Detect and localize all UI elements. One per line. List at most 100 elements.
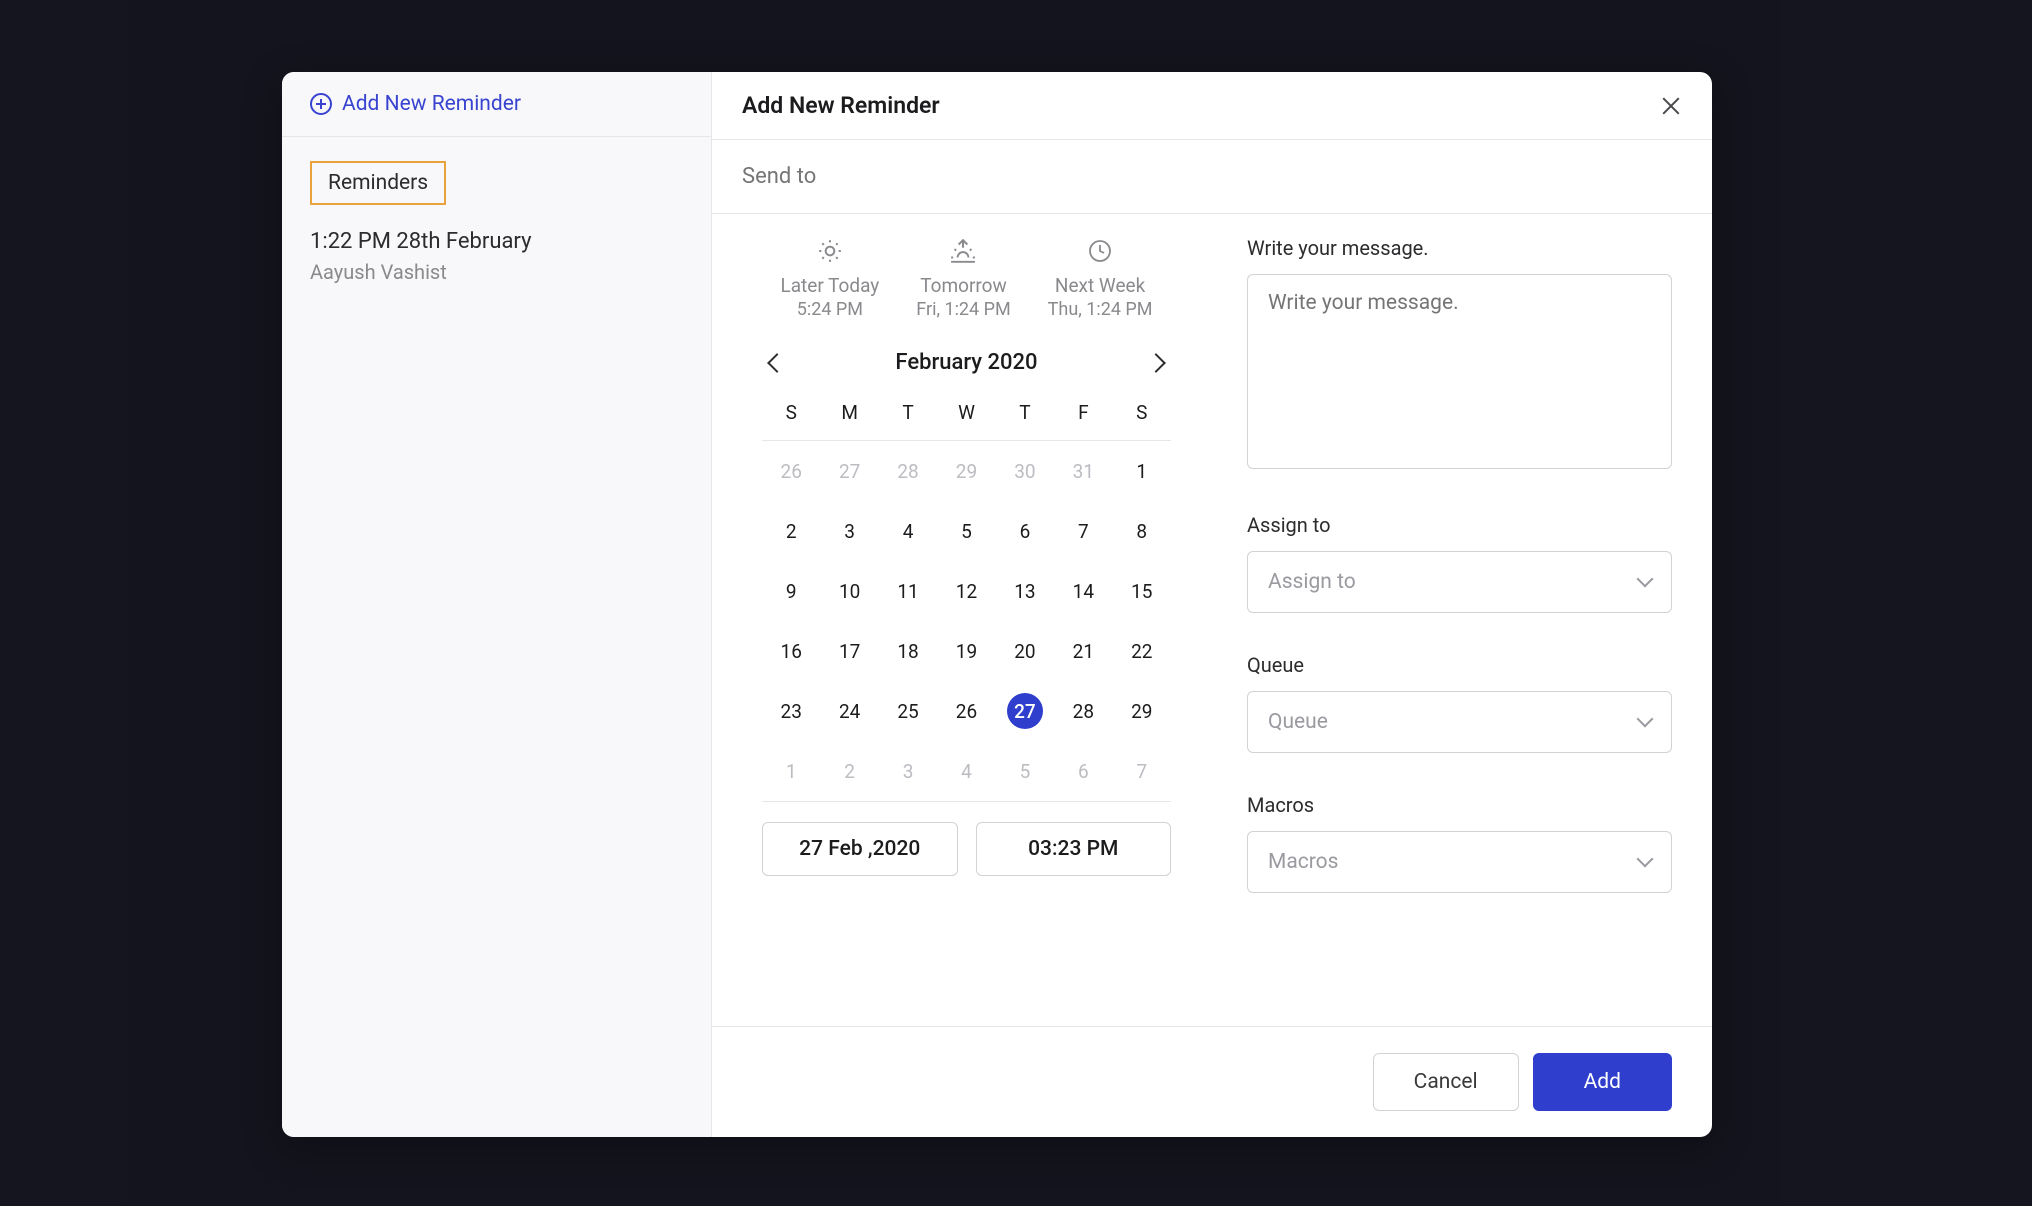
chevron-down-icon	[1637, 851, 1654, 868]
calendar-dow: W	[937, 389, 995, 441]
assign-label: Assign to	[1247, 513, 1672, 537]
macros-placeholder: Macros	[1268, 850, 1338, 874]
reminders-tab[interactable]: Reminders	[310, 161, 446, 205]
reminder-list-item[interactable]: 1:22 PM 28th February Aayush Vashist	[282, 205, 711, 308]
calendar-day[interactable]: 6	[996, 501, 1054, 561]
calendar-day[interactable]: 8	[1113, 501, 1171, 561]
calendar-day[interactable]: 31	[1054, 441, 1112, 501]
calendar-day[interactable]: 2	[762, 501, 820, 561]
calendar-day[interactable]: 1	[762, 741, 820, 801]
message-textarea[interactable]	[1247, 274, 1672, 469]
add-new-reminder-link[interactable]: Add New Reminder	[282, 72, 711, 137]
close-icon[interactable]	[1660, 95, 1682, 117]
main-header: Add New Reminder	[712, 72, 1712, 140]
calendar-day[interactable]: 12	[937, 561, 995, 621]
quick-pick-label: Tomorrow	[916, 274, 1010, 297]
calendar-dow: F	[1054, 389, 1112, 441]
send-to-section	[712, 140, 1712, 214]
calendar-day[interactable]: 13	[996, 561, 1054, 621]
calendar-day[interactable]: 10	[820, 561, 878, 621]
quick-pick-next-week[interactable]: Next Week Thu, 1:24 PM	[1048, 236, 1153, 320]
calendar-day[interactable]: 27	[820, 441, 878, 501]
calendar-day[interactable]: 28	[879, 441, 937, 501]
calendar-day[interactable]: 16	[762, 621, 820, 681]
reminder-user: Aayush Vashist	[310, 260, 683, 284]
plus-circle-icon	[310, 93, 332, 115]
macros-select[interactable]: Macros	[1247, 831, 1672, 893]
calendar-day[interactable]: 26	[937, 681, 995, 741]
calendar-day[interactable]: 23	[762, 681, 820, 741]
quick-pick-label: Later Today	[780, 274, 879, 297]
add-new-reminder-label: Add New Reminder	[342, 92, 521, 116]
calendar-day[interactable]: 7	[1054, 501, 1112, 561]
calendar-month-label: February 2020	[895, 350, 1037, 375]
add-button[interactable]: Add	[1533, 1053, 1672, 1111]
quick-pick-time: Thu, 1:24 PM	[1048, 299, 1153, 320]
macros-label: Macros	[1247, 793, 1672, 817]
calendar-day[interactable]: 11	[879, 561, 937, 621]
calendar-header: February 2020	[762, 340, 1171, 389]
schedule-column: Later Today 5:24 PM Tomorrow Fri, 1:24 P…	[712, 214, 1207, 1026]
calendar-dow: T	[996, 389, 1054, 441]
calendar-day[interactable]: 30	[996, 441, 1054, 501]
chevron-down-icon	[1637, 711, 1654, 728]
date-box[interactable]: 27 Feb ,2020	[762, 822, 958, 876]
calendar-day[interactable]: 7	[1113, 741, 1171, 801]
calendar: February 2020 SMTWTFS 262728293031123456…	[762, 340, 1171, 876]
sun-icon	[780, 236, 879, 266]
calendar-day[interactable]: 25	[879, 681, 937, 741]
quick-pick-tomorrow[interactable]: Tomorrow Fri, 1:24 PM	[916, 236, 1010, 320]
queue-label: Queue	[1247, 653, 1672, 677]
sunrise-icon	[916, 236, 1010, 266]
calendar-day[interactable]: 29	[1113, 681, 1171, 741]
calendar-day[interactable]: 5	[996, 741, 1054, 801]
quick-pick-time: 5:24 PM	[780, 299, 879, 320]
calendar-day[interactable]: 3	[820, 501, 878, 561]
chevron-down-icon	[1637, 571, 1654, 588]
assign-select[interactable]: Assign to	[1247, 551, 1672, 613]
modal-footer: Cancel Add	[712, 1027, 1712, 1137]
calendar-day[interactable]: 1	[1113, 441, 1171, 501]
clock-icon	[1048, 236, 1153, 266]
calendar-days-grid: 2627282930311234567891011121314151617181…	[762, 441, 1171, 801]
calendar-day[interactable]: 4	[937, 741, 995, 801]
calendar-day[interactable]: 28	[1054, 681, 1112, 741]
calendar-day[interactable]: 18	[879, 621, 937, 681]
chevron-right-icon[interactable]	[1146, 353, 1166, 373]
calendar-day[interactable]: 26	[762, 441, 820, 501]
calendar-day[interactable]: 6	[1054, 741, 1112, 801]
sidebar: Add New Reminder Reminders 1:22 PM 28th …	[282, 72, 712, 1137]
calendar-day[interactable]: 2	[820, 741, 878, 801]
calendar-day[interactable]: 17	[820, 621, 878, 681]
calendar-dow: M	[820, 389, 878, 441]
calendar-dow: T	[879, 389, 937, 441]
main-panel: Add New Reminder Later Today 5:24 PM	[712, 72, 1712, 1137]
calendar-day[interactable]: 22	[1113, 621, 1171, 681]
reminder-modal: Add New Reminder Reminders 1:22 PM 28th …	[282, 72, 1712, 1137]
calendar-day[interactable]: 19	[937, 621, 995, 681]
chevron-left-icon[interactable]	[767, 353, 787, 373]
calendar-day[interactable]: 9	[762, 561, 820, 621]
assign-placeholder: Assign to	[1268, 570, 1356, 594]
time-box[interactable]: 03:23 PM	[976, 822, 1172, 876]
send-to-input[interactable]	[742, 164, 1682, 189]
calendar-day[interactable]: 15	[1113, 561, 1171, 621]
calendar-day[interactable]: 24	[820, 681, 878, 741]
calendar-day[interactable]: 29	[937, 441, 995, 501]
reminder-time: 1:22 PM 28th February	[310, 229, 683, 254]
calendar-day[interactable]: 21	[1054, 621, 1112, 681]
calendar-day[interactable]: 20	[996, 621, 1054, 681]
calendar-day[interactable]: 5	[937, 501, 995, 561]
quick-picks: Later Today 5:24 PM Tomorrow Fri, 1:24 P…	[762, 236, 1171, 320]
calendar-day[interactable]: 3	[879, 741, 937, 801]
calendar-dow: S	[762, 389, 820, 441]
calendar-dow: S	[1113, 389, 1171, 441]
message-label: Write your message.	[1247, 236, 1672, 260]
quick-pick-label: Next Week	[1048, 274, 1153, 297]
queue-select[interactable]: Queue	[1247, 691, 1672, 753]
calendar-day[interactable]: 27	[996, 681, 1054, 741]
calendar-day[interactable]: 14	[1054, 561, 1112, 621]
quick-pick-later-today[interactable]: Later Today 5:24 PM	[780, 236, 879, 320]
calendar-day[interactable]: 4	[879, 501, 937, 561]
cancel-button[interactable]: Cancel	[1373, 1053, 1519, 1111]
